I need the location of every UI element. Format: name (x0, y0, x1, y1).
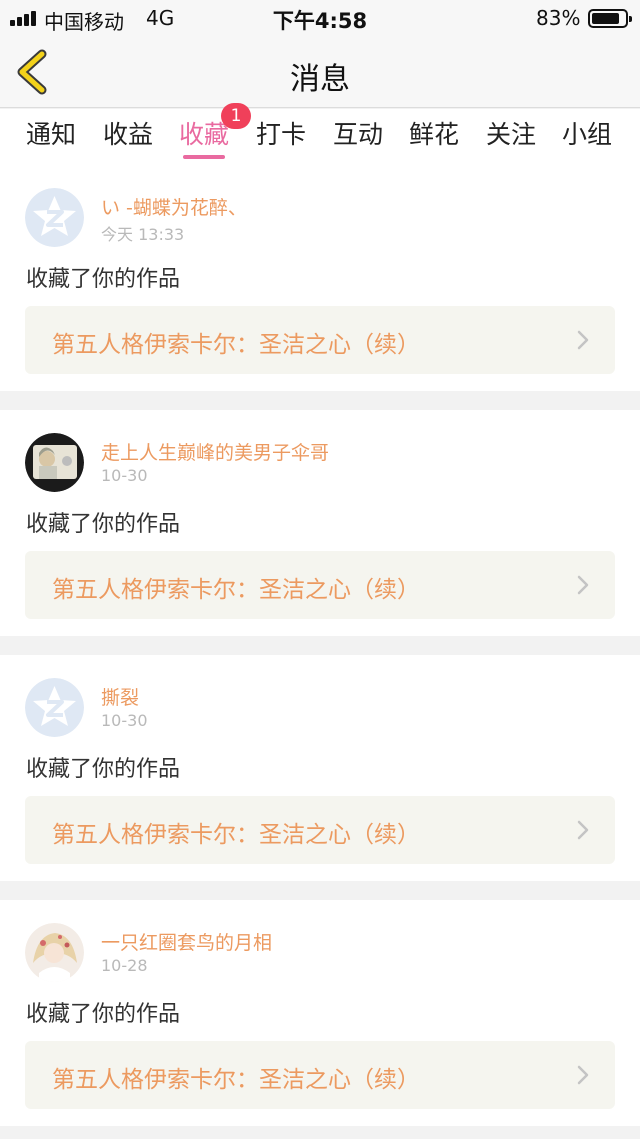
timestamp: 10-28 (101, 956, 148, 975)
tab-label: 通知 (26, 120, 77, 149)
tab-label: 小组 (562, 120, 613, 149)
battery-percent: 83% (536, 6, 581, 30)
chevron-right-icon (577, 1065, 589, 1085)
status-bar: 中国移动 4G 下午4:58 83% (0, 0, 640, 36)
work-link[interactable]: 第五人格伊索卡尔：圣洁之心（续） (25, 1041, 615, 1109)
tab-interaction[interactable]: 互动 (333, 115, 383, 151)
chevron-right-icon (577, 820, 589, 840)
timestamp: 10-30 (101, 466, 148, 485)
work-title: 第五人格伊索卡尔：圣洁之心（续） (52, 1067, 420, 1093)
tab-label: 鲜花 (409, 120, 460, 149)
default-star-avatar-icon (25, 678, 84, 737)
work-link[interactable]: 第五人格伊索卡尔：圣洁之心（续） (25, 551, 615, 619)
tab-notifications[interactable]: 通知 (26, 115, 76, 151)
username[interactable]: い -蝴蝶为花醉、 (101, 193, 247, 220)
tab-flowers[interactable]: 鲜花 (409, 115, 459, 151)
battery-level (592, 13, 619, 24)
message-list: い -蝴蝶为花醉、 今天 13:33 收藏了你的作品 第五人格伊索卡尔：圣洁之心… (0, 165, 640, 1126)
action-text: 收藏了你的作品 (26, 757, 181, 782)
action-text: 收藏了你的作品 (26, 267, 181, 292)
username[interactable]: 一只红圈套鸟的月相 (101, 928, 272, 955)
username[interactable]: 走上人生巅峰的美男子伞哥 (101, 438, 329, 465)
tab-earnings[interactable]: 收益 (103, 115, 153, 151)
tab-bar: 通知 收益 收藏 1 打卡 互动 鲜花 关注 小组 (0, 103, 640, 165)
list-item: 一只红圈套鸟的月相 10-28 收藏了你的作品 第五人格伊索卡尔：圣洁之心（续） (0, 900, 640, 1126)
list-item: 走上人生巅峰的美男子伞哥 10-30 收藏了你的作品 第五人格伊索卡尔：圣洁之心… (0, 410, 640, 636)
work-title: 第五人格伊索卡尔：圣洁之心（续） (52, 332, 420, 358)
avatar[interactable] (25, 188, 84, 247)
tab-label: 打卡 (256, 120, 307, 149)
timestamp: 今天 13:33 (101, 225, 185, 244)
chevron-right-icon (577, 575, 589, 595)
list-item: い -蝴蝶为花醉、 今天 13:33 收藏了你的作品 第五人格伊索卡尔：圣洁之心… (0, 165, 640, 391)
avatar[interactable] (25, 433, 84, 492)
tab-label: 互动 (333, 120, 384, 149)
action-text: 收藏了你的作品 (26, 1002, 181, 1027)
unread-badge: 1 (221, 103, 251, 129)
list-item: 撕裂 10-30 收藏了你的作品 第五人格伊索卡尔：圣洁之心（续） (0, 655, 640, 881)
anime-avatar-icon (25, 923, 84, 982)
username[interactable]: 撕裂 (101, 683, 139, 710)
tab-favorites[interactable]: 收藏 1 (179, 103, 251, 159)
tab-label: 关注 (486, 120, 537, 149)
tab-label: 收益 (103, 120, 154, 149)
work-title: 第五人格伊索卡尔：圣洁之心（续） (52, 822, 420, 848)
work-link[interactable]: 第五人格伊索卡尔：圣洁之心（续） (25, 306, 615, 374)
photo-avatar-icon (25, 433, 84, 492)
tab-follow[interactable]: 关注 (486, 115, 536, 151)
battery-icon (588, 9, 632, 28)
work-title: 第五人格伊索卡尔：圣洁之心（续） (52, 577, 420, 603)
work-link[interactable]: 第五人格伊索卡尔：圣洁之心（续） (25, 796, 615, 864)
default-star-avatar-icon (25, 188, 84, 247)
chevron-right-icon (577, 330, 589, 350)
page-title: 消息 (290, 62, 350, 97)
timestamp: 10-30 (101, 711, 148, 730)
avatar[interactable] (25, 923, 84, 982)
tab-label: 收藏 (179, 120, 230, 149)
tab-checkin[interactable]: 打卡 (256, 115, 306, 151)
nav-bar: 消息 (0, 36, 640, 108)
action-text: 收藏了你的作品 (26, 512, 181, 537)
tab-groups[interactable]: 小组 (562, 115, 612, 151)
active-tab-indicator (183, 155, 226, 159)
avatar[interactable] (25, 678, 84, 737)
